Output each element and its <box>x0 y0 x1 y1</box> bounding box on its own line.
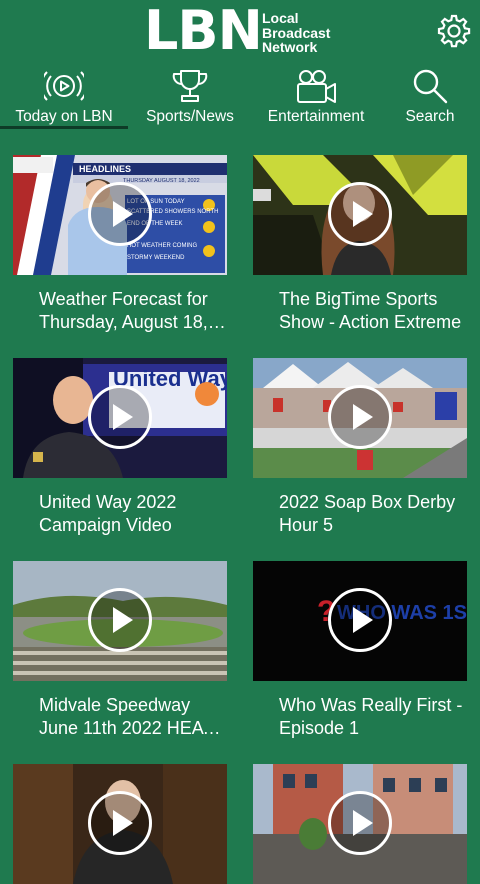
video-thumbnail[interactable]: HEADLINES THURSDAY AUGUST 18, 2022 LOT O… <box>13 155 227 275</box>
play-icon[interactable] <box>328 182 392 246</box>
play-icon[interactable] <box>328 385 392 449</box>
weather-item-text: STORMY WEEKEND <box>127 255 185 261</box>
play-icon[interactable] <box>88 385 152 449</box>
search-icon <box>413 69 448 104</box>
live-broadcast-icon <box>44 71 84 101</box>
play-icon[interactable] <box>88 588 152 652</box>
video-card[interactable] <box>13 764 227 884</box>
video-thumbnail[interactable] <box>253 358 467 478</box>
video-card[interactable]: ? WHO WAS 1ST REALLY Who Was Really Firs… <box>253 561 467 738</box>
video-card[interactable]: Midvale Speedway June 11th 2022 HEAT RAC… <box>13 561 227 738</box>
video-camera-icon <box>297 70 336 103</box>
video-card[interactable] <box>253 764 467 884</box>
lbn-logo-tagline: Local Broadcast Network <box>262 10 331 55</box>
trophy-icon <box>172 70 208 102</box>
main-navigation: Today on LBN Sports/News Entertainment S… <box>0 62 480 130</box>
video-card[interactable]: HEADLINES THURSDAY AUGUST 18, 2022 LOT O… <box>13 155 227 332</box>
video-thumbnail[interactable]: United Way <box>13 358 227 478</box>
video-card[interactable]: United Way United Way 2022 Campaign Vide… <box>13 358 227 535</box>
tab-label: Today on LBN <box>15 108 113 125</box>
video-thumbnail[interactable] <box>253 155 467 275</box>
play-icon[interactable] <box>328 588 392 652</box>
weather-item-text: HOT WEATHER COMING <box>127 243 197 249</box>
tab-label: Entertainment <box>267 108 365 125</box>
video-title[interactable]: The BigTime Sports Show - Action Extreme <box>279 288 471 334</box>
video-thumbnail[interactable] <box>13 561 227 681</box>
tab-selected-indicator <box>0 126 128 129</box>
video-title[interactable]: 2022 Soap Box Derby Hour 5 <box>279 491 471 537</box>
tab-entertainment[interactable]: Entertainment <box>252 62 380 128</box>
video-card[interactable]: The BigTime Sports Show - Action Extreme <box>253 155 467 332</box>
video-thumbnail[interactable] <box>253 764 467 884</box>
video-card[interactable]: 2022 Soap Box Derby Hour 5 <box>253 358 467 535</box>
app-header: LBN Local Broadcast Network <box>0 0 480 62</box>
weather-headline-text: HEADLINES <box>79 164 131 174</box>
play-icon[interactable] <box>88 791 152 855</box>
video-title[interactable]: United Way 2022 Campaign Video <box>39 491 231 537</box>
weather-date-text: THURSDAY AUGUST 18, 2022 <box>123 178 200 184</box>
play-icon[interactable] <box>88 182 152 246</box>
video-title[interactable]: Who Was Really First - Episode 1 <box>279 694 471 740</box>
tab-label: Sports/News <box>146 108 234 125</box>
tab-sports-news[interactable]: Sports/News <box>128 62 252 128</box>
video-title[interactable]: Midvale Speedway June 11th 2022 HEAT RAC… <box>39 694 231 740</box>
video-thumbnail[interactable]: ? WHO WAS 1ST REALLY <box>253 561 467 681</box>
tab-search[interactable]: Search <box>380 62 480 128</box>
video-thumbnail[interactable] <box>13 764 227 884</box>
video-title[interactable]: Weather Forecast for Thursday, August 18… <box>39 288 231 334</box>
tab-today-on-lbn[interactable]: Today on LBN <box>0 62 128 129</box>
play-icon[interactable] <box>328 791 392 855</box>
tab-label: Search <box>405 108 455 125</box>
lbn-logo: LBN <box>144 0 263 62</box>
settings-gear-icon[interactable] <box>436 13 472 49</box>
